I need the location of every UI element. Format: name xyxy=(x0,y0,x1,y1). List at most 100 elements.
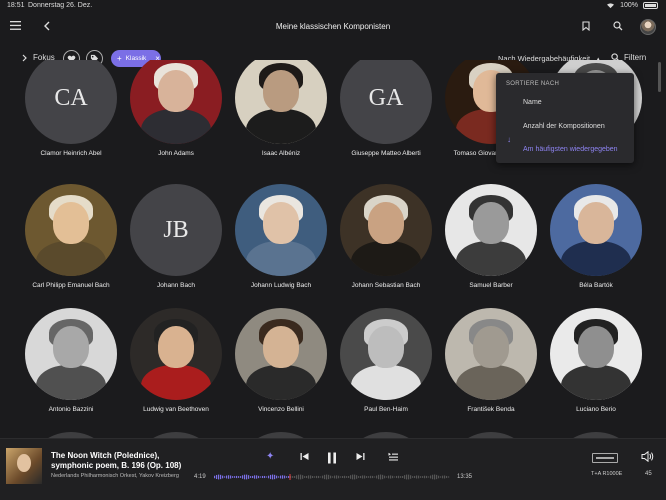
waveform-bar xyxy=(446,475,448,479)
status-bar: 18:51 Donnerstag 26. Dez. 100% xyxy=(0,0,666,12)
waveform-bar xyxy=(388,475,390,479)
composer-card[interactable]: Ludwig van Beethoven xyxy=(124,308,228,413)
composer-card[interactable]: Samuel Barber xyxy=(439,184,543,289)
sort-option-count[interactable]: Anzahl der Kompositionen xyxy=(523,123,605,130)
waveform-bar xyxy=(362,475,364,479)
composer-name: Samuel Barber xyxy=(469,282,513,289)
waveform-bar xyxy=(292,476,294,478)
waveform-bar xyxy=(260,476,262,478)
skip-back-icon xyxy=(300,453,309,460)
composer-card[interactable]: Paul Ben-Haim xyxy=(334,308,438,413)
waveform-bar xyxy=(266,476,268,478)
composer-name: John Adams xyxy=(158,150,194,157)
next-button[interactable] xyxy=(356,452,365,464)
waveform-bar xyxy=(438,475,440,479)
composer-portrait[interactable] xyxy=(235,184,327,276)
arrow-down-icon: ↓ xyxy=(507,135,511,144)
waveform-bar xyxy=(306,475,308,479)
waveform-bar xyxy=(404,475,406,479)
waveform-bar xyxy=(254,475,256,479)
composer-portrait[interactable] xyxy=(340,184,432,276)
waveform-bar xyxy=(336,475,338,479)
waveform-bar xyxy=(224,476,226,478)
waveform-bar xyxy=(316,475,318,479)
waveform-bar xyxy=(228,475,230,479)
composer-card[interactable]: CA Clamor Heinrich Abel xyxy=(19,60,123,157)
scrollbar[interactable] xyxy=(658,62,661,92)
waveform-bar xyxy=(324,474,326,480)
track-title[interactable]: The Noon Witch (Polednice), symphonic po… xyxy=(51,451,191,471)
composer-card[interactable]: Isaac Albéniz xyxy=(229,60,333,157)
composer-initials[interactable]: JB xyxy=(130,184,222,276)
composer-card[interactable]: Luciano Berio xyxy=(544,308,648,413)
composer-portrait[interactable] xyxy=(340,308,432,400)
waveform-bar xyxy=(390,475,392,479)
waveform-bar xyxy=(406,474,408,480)
waveform-bar xyxy=(274,474,276,480)
composer-initials[interactable]: GA xyxy=(340,60,432,144)
waveform-bar xyxy=(276,475,278,479)
waveform-bar xyxy=(240,476,242,478)
queue-icon xyxy=(388,452,398,461)
pause-icon xyxy=(328,452,336,464)
sparkle-icon[interactable]: ✦ xyxy=(266,451,274,462)
composer-card[interactable]: Johann Sebastian Bach xyxy=(334,184,438,289)
volume-button[interactable] xyxy=(641,450,654,465)
sort-menu-header: SORTIERE NACH xyxy=(506,81,560,87)
waveform-bar xyxy=(322,475,324,479)
composer-portrait[interactable] xyxy=(25,308,117,400)
seek-bar[interactable] xyxy=(214,474,450,480)
waveform-bar xyxy=(432,474,434,480)
composer-initials[interactable]: CA xyxy=(25,60,117,144)
composer-card[interactable]: Vincenzo Bellini xyxy=(229,308,333,413)
composer-portrait[interactable] xyxy=(130,308,222,400)
composer-card[interactable]: Johann Ludwig Bach xyxy=(229,184,333,289)
composer-card[interactable]: Carl Philipp Emanuel Bach xyxy=(19,184,123,289)
composer-portrait[interactable] xyxy=(25,184,117,276)
composer-portrait[interactable] xyxy=(130,60,222,144)
speaker-icon xyxy=(641,450,654,463)
composer-portrait[interactable] xyxy=(235,60,327,144)
composer-portrait[interactable] xyxy=(445,308,537,400)
waveform-bar xyxy=(318,475,320,479)
composer-portrait[interactable] xyxy=(550,184,642,276)
search-icon[interactable] xyxy=(613,21,623,31)
waveform-bar xyxy=(368,476,370,478)
skip-forward-icon xyxy=(356,453,365,460)
waveform-bar xyxy=(346,476,348,478)
composer-portrait[interactable] xyxy=(235,308,327,400)
total-time: 13:35 xyxy=(457,474,473,480)
composer-name: Antonio Bazzini xyxy=(48,406,94,413)
waveform-bar xyxy=(372,475,374,479)
sort-option-name[interactable]: Name xyxy=(523,99,542,106)
device-name: T+A R1000E xyxy=(591,471,623,477)
composer-portrait[interactable] xyxy=(550,308,642,400)
composer-card[interactable]: Antonio Bazzini xyxy=(19,308,123,413)
waveform-bar xyxy=(392,475,394,479)
album-cover[interactable] xyxy=(6,448,42,484)
queue-button[interactable] xyxy=(388,452,398,464)
composer-portrait[interactable] xyxy=(445,184,537,276)
waveform-bar xyxy=(286,476,288,478)
composer-card[interactable]: František Benda xyxy=(439,308,543,413)
waveform-bar xyxy=(214,475,216,479)
waveform-bar xyxy=(302,475,304,479)
bookmark-icon[interactable] xyxy=(582,21,590,31)
waveform-bar xyxy=(268,475,270,479)
device-icon[interactable] xyxy=(592,453,618,463)
composer-card[interactable]: Béla Bartók xyxy=(544,184,648,289)
waveform-bar xyxy=(400,476,402,478)
previous-button[interactable] xyxy=(300,452,309,464)
composer-card[interactable]: GA Giuseppe Matteo Alberti xyxy=(334,60,438,157)
pause-button[interactable] xyxy=(327,452,337,467)
composer-card[interactable]: JB Johann Bach xyxy=(124,184,228,289)
composer-name: Johann Bach xyxy=(157,282,195,289)
page-title: Meine klassischen Komponisten xyxy=(275,22,391,31)
composer-name: Johann Sebastian Bach xyxy=(351,282,421,289)
status-right: 100% xyxy=(606,2,658,9)
waveform-bar xyxy=(230,475,232,479)
waveform-bar xyxy=(442,475,444,479)
composer-card[interactable]: John Adams xyxy=(124,60,228,157)
user-avatar[interactable] xyxy=(640,19,656,35)
sort-option-most-played[interactable]: Am häufigsten wiedergegeben xyxy=(523,146,618,153)
